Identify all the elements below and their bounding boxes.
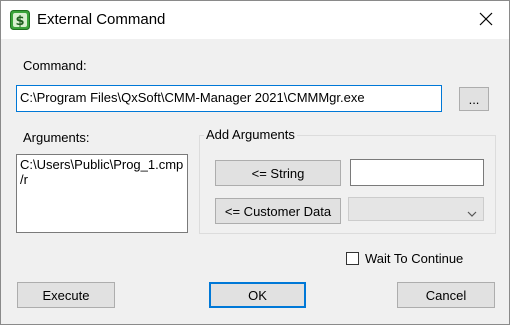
command-input[interactable]: C:\Program Files\QxSoft\CMM-Manager 2021… — [16, 85, 442, 112]
arguments-textarea[interactable]: C:\Users\Public\Prog_1.cmp /r — [16, 154, 188, 233]
argument-line: C:\Users\Public\Prog_1.cmp — [20, 157, 184, 172]
browse-button[interactable]: ... — [459, 87, 489, 111]
svg-text:$: $ — [15, 14, 24, 29]
wait-to-continue-checkbox[interactable] — [346, 252, 359, 265]
ok-button[interactable]: OK — [209, 282, 306, 308]
add-customer-data-button[interactable]: <= Customer Data — [215, 198, 341, 224]
wait-to-continue-label[interactable]: Wait To Continue — [365, 251, 463, 266]
execute-button[interactable]: Execute — [17, 282, 115, 308]
add-arguments-title: Add Arguments — [204, 127, 297, 142]
string-input[interactable] — [350, 159, 484, 186]
external-command-dialog: $ External Command Command: C:\Program F… — [0, 0, 510, 325]
command-label: Command: — [23, 58, 87, 73]
customer-data-select[interactable] — [348, 197, 484, 221]
cancel-button[interactable]: Cancel — [397, 282, 495, 308]
arguments-label: Arguments: — [23, 130, 90, 145]
close-button[interactable] — [463, 1, 509, 39]
add-string-button[interactable]: <= String — [215, 160, 341, 186]
argument-line: /r — [20, 172, 28, 187]
chevron-down-icon — [467, 205, 477, 220]
close-icon — [479, 12, 493, 29]
title-bar: $ External Command — [1, 1, 509, 39]
window-title: External Command — [37, 11, 166, 28]
dollar-app-icon: $ — [10, 10, 30, 30]
